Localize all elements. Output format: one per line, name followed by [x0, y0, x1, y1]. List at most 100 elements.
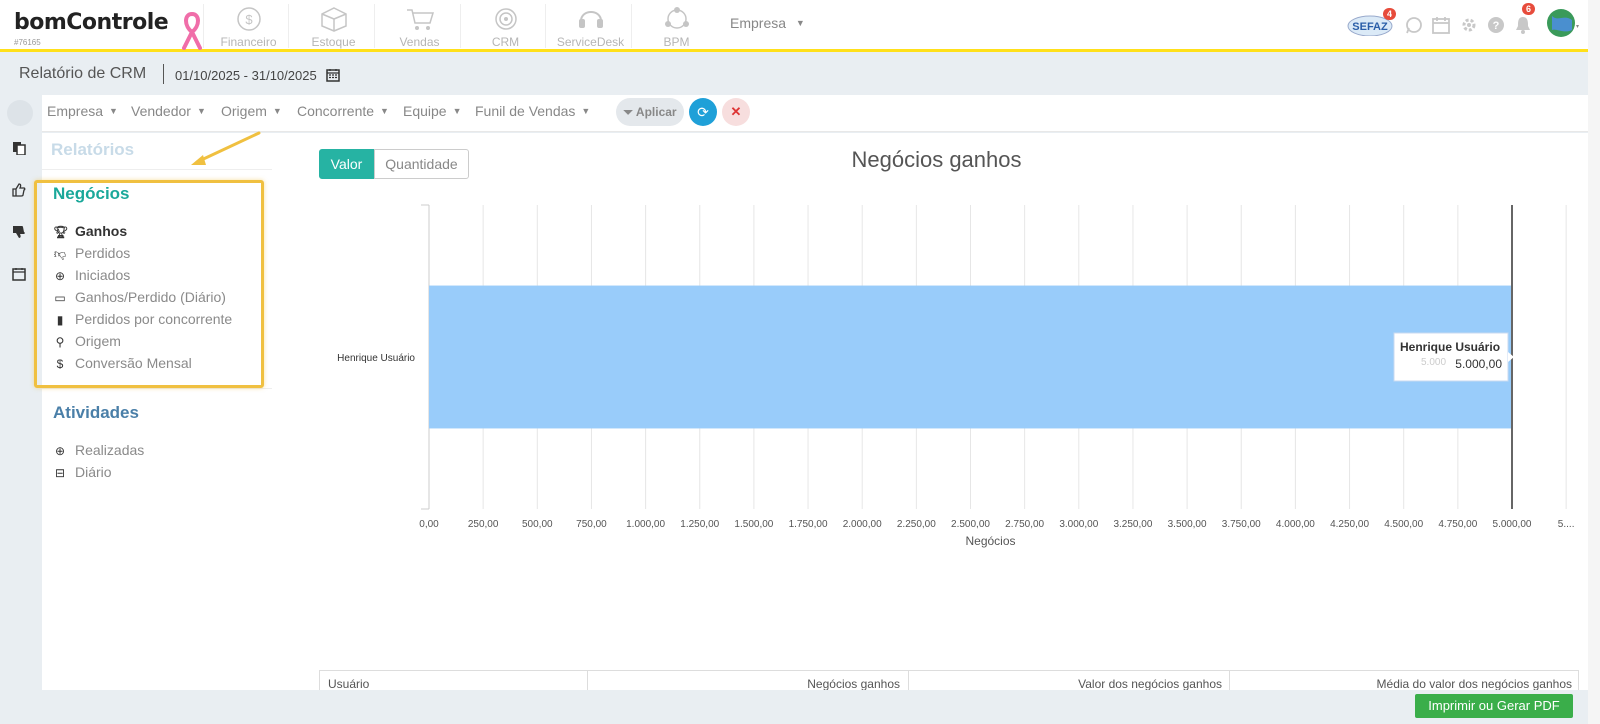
- date-range-picker[interactable]: 01/10/2025 - 31/10/2025: [175, 68, 341, 83]
- report-header: Relatório de CRM 01/10/2025 - 31/10/2025: [0, 55, 1588, 95]
- user-avatar[interactable]: [1546, 8, 1580, 47]
- filter-label: Funil de Vendas: [475, 103, 576, 119]
- x-tick-label: 1.250,00: [680, 519, 719, 530]
- filter-icon: ⏷: [623, 105, 634, 119]
- module-financeiro[interactable]: $ Financeiro: [203, 4, 293, 49]
- close-icon: ✕: [730, 104, 742, 119]
- menu-label: Origem: [75, 333, 121, 349]
- apply-filter-button[interactable]: ⏷ Aplicar: [616, 98, 684, 126]
- sefaz-badge: 4: [1383, 8, 1397, 20]
- sefaz-button[interactable]: SEFAZ 4: [1347, 8, 1397, 41]
- menu-label: Conversão Mensal: [75, 355, 192, 371]
- sidebar-item-perdidos-por-concorrente[interactable]: ▮ Perdidos por concorrente: [53, 311, 233, 327]
- whatsapp-icon[interactable]: [1405, 16, 1423, 39]
- reports-icon[interactable]: [12, 141, 26, 158]
- x-tick-label: 4.250,00: [1330, 519, 1369, 530]
- refresh-button[interactable]: ⟳: [689, 98, 717, 126]
- empresa-dropdown[interactable]: Empresa ▼: [730, 15, 805, 31]
- calendar-icon: [326, 69, 341, 82]
- empresa-label: Empresa: [730, 15, 787, 31]
- thumbs-up-icon[interactable]: [12, 183, 26, 200]
- module-crm[interactable]: CRM: [460, 4, 550, 49]
- caret-down-icon: ▼: [452, 106, 462, 116]
- top-navbar: bomControle #76165 $ Financeiro Estoque …: [0, 0, 1588, 52]
- main-content: Valor Quantidade Negócios ganhos 0,00 250…: [285, 133, 1588, 690]
- calendar-icon[interactable]: [1432, 16, 1450, 39]
- filter-vendedor[interactable]: Vendedor ▼: [131, 103, 206, 119]
- menu-label: Realizadas: [75, 442, 145, 458]
- calendar-icon[interactable]: [12, 267, 26, 284]
- x-tick-label: 1.750,00: [789, 519, 828, 530]
- app-logo[interactable]: bomControle: [14, 10, 169, 35]
- module-label: CRM: [491, 35, 520, 49]
- page-scrollbar[interactable]: [1588, 0, 1600, 724]
- thumbs-down-icon: 👎︎: [53, 247, 67, 261]
- x-axis-label: Negócios: [965, 534, 1015, 548]
- sidebar-item-diario[interactable]: ⊟ Diário: [53, 464, 112, 480]
- filter-empresa[interactable]: Empresa ▼: [47, 103, 118, 119]
- filter-bar: Empresa ▼ Vendedor ▼ Origem ▼ Concorrente ▼ …: [42, 95, 1588, 132]
- caret-down-icon: ▼: [109, 106, 118, 116]
- module-vendas[interactable]: Vendas: [374, 4, 464, 49]
- x-tick-label: 3.000,00: [1059, 519, 1098, 530]
- menu-label: Ganhos: [75, 223, 128, 239]
- col-valor-negocios-ganhos: Valor dos negócios ganhos: [1078, 677, 1222, 690]
- caret-down-icon: ▼: [795, 18, 805, 28]
- notification-bell-icon[interactable]: 6: [1514, 3, 1536, 40]
- caret-down-icon: ▼: [196, 106, 206, 116]
- filter-label: Vendedor: [131, 103, 191, 119]
- date-range-value: 01/10/2025 - 31/10/2025: [175, 68, 317, 83]
- sidebar-item-conversao-mensal[interactable]: $ Conversão Mensal: [53, 355, 192, 371]
- clear-filters-button[interactable]: ✕: [722, 98, 750, 126]
- module-servicedesk[interactable]: ServiceDesk: [545, 4, 635, 49]
- account-id: #76165: [14, 38, 41, 47]
- x-tick-label: 250,00: [468, 519, 499, 530]
- bar-chart: 0,00 250,00 500,00 750,00 1.000,00 1.250,00 1.…: [337, 204, 1575, 548]
- filter-origem[interactable]: Origem ▼: [221, 103, 282, 119]
- chart-title: Negócios ganhos: [851, 147, 1022, 172]
- dollar-icon: $: [56, 357, 64, 371]
- x-tick-label: 2.500,00: [951, 519, 990, 530]
- col-negocios-ganhos: Negócios ganhos: [807, 677, 900, 690]
- x-tick-label: 3.750,00: [1222, 519, 1261, 530]
- filter-label: Equipe: [403, 103, 447, 119]
- caret-down-icon: ▼: [272, 106, 282, 116]
- sidebar-item-perdidos[interactable]: 👎︎ Perdidos: [53, 245, 130, 262]
- tooltip-value: 5.000,00: [1455, 357, 1502, 371]
- menu-label: Perdidos: [75, 245, 131, 261]
- menu-label: Iniciados: [75, 267, 131, 283]
- filter-equipe[interactable]: Equipe ▼: [403, 103, 462, 119]
- target-icon: [491, 6, 521, 32]
- module-bpm[interactable]: BPM: [631, 4, 721, 49]
- sidebar-item-realizadas[interactable]: ⊕ Realizadas: [53, 442, 144, 458]
- network-icon: [662, 6, 692, 32]
- tooltip-name: Henrique Usuário: [1400, 340, 1500, 354]
- x-tick-label: 4.750,00: [1438, 519, 1477, 530]
- filter-concorrente[interactable]: Concorrente ▼: [297, 103, 389, 119]
- sidebar-item-ganhos[interactable]: 🏆︎ Ganhos: [53, 223, 127, 239]
- reports-sidebar: Relatórios Negócios 🏆︎ Ganhos 👎︎ Perdidos …: [42, 133, 285, 690]
- title-divider: [163, 64, 164, 84]
- map-pin-icon: ⚲: [55, 335, 65, 349]
- sidebar-item-ganhos-perdido-diario[interactable]: ▭ Ganhos/Perdido (Diário): [53, 289, 226, 305]
- menu-label: Diário: [75, 464, 112, 480]
- menu-label: Perdidos por concorrente: [75, 311, 233, 327]
- module-estoque[interactable]: Estoque: [288, 4, 378, 49]
- module-label: Estoque: [311, 35, 356, 49]
- sidebar-item-iniciados[interactable]: ⊕ Iniciados: [53, 267, 130, 283]
- section-title-atividades: Atividades: [53, 403, 139, 422]
- thumbs-down-icon[interactable]: [12, 225, 26, 242]
- module-label: BPM: [663, 35, 690, 49]
- collapse-icon[interactable]: [7, 100, 33, 126]
- x-tick-label: 3.250,00: [1113, 519, 1152, 530]
- x-tick-label: 5....: [1558, 519, 1575, 530]
- sidebar-item-origem[interactable]: ⚲ Origem: [53, 333, 121, 349]
- caret-down-icon: ▼: [380, 106, 389, 116]
- help-icon[interactable]: ?: [1487, 16, 1505, 39]
- filter-funil-de-vendas[interactable]: Funil de Vendas ▼: [475, 103, 590, 119]
- print-pdf-button[interactable]: Imprimir ou Gerar PDF: [1415, 694, 1573, 718]
- building-icon: ▮: [56, 313, 64, 327]
- notification-badge: 6: [1522, 3, 1536, 15]
- gear-icon[interactable]: [1460, 16, 1478, 39]
- left-icon-rail: [0, 95, 42, 690]
